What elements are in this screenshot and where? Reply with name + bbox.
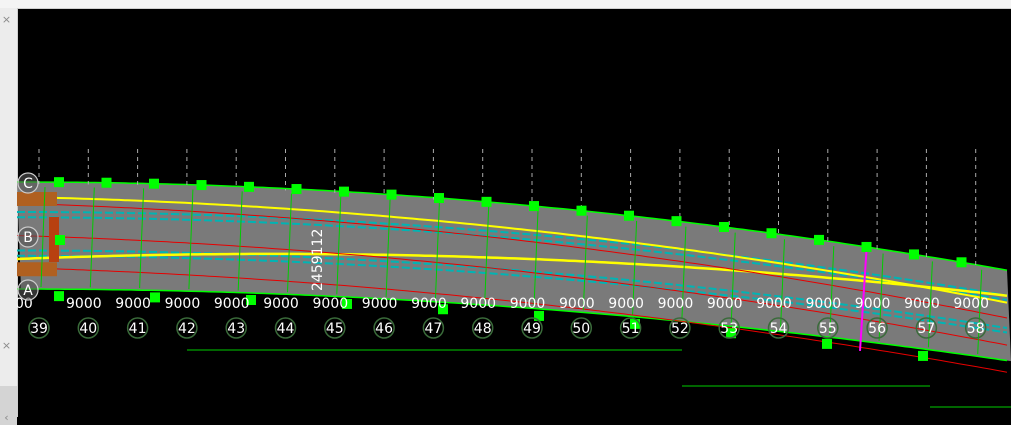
bay-dimension-label: 9000 bbox=[362, 296, 398, 312]
grip-handle[interactable] bbox=[196, 180, 207, 191]
grip-handle[interactable] bbox=[918, 350, 928, 361]
grip-handle[interactable] bbox=[576, 205, 587, 216]
panel-collapse-strip[interactable]: ‹ bbox=[0, 386, 17, 425]
bay-dimension-label: 9000 bbox=[904, 296, 940, 312]
bay-dimension-label: 9000 bbox=[115, 296, 151, 312]
bay-dimension-label: 9000 bbox=[165, 296, 201, 312]
column-axis-label: 54 bbox=[770, 321, 788, 337]
grip-handle[interactable] bbox=[956, 257, 967, 268]
grip-handle[interactable] bbox=[861, 241, 872, 252]
bay-dimension-label: 9000 bbox=[214, 296, 250, 312]
bay-dimension-label: 9000 bbox=[806, 296, 842, 312]
bay-dimension-label: 9000 bbox=[953, 296, 989, 312]
row-axis-label: C bbox=[23, 176, 33, 192]
column-axis-label: 55 bbox=[819, 321, 837, 337]
grip-handle[interactable] bbox=[386, 189, 397, 200]
bay-dimension-label: 9000 bbox=[756, 296, 792, 312]
column-axis-label: 57 bbox=[917, 321, 935, 337]
column-axis-label: 50 bbox=[572, 321, 590, 337]
bay-dimension-label: 9000 bbox=[608, 296, 644, 312]
column-axis-label: 44 bbox=[277, 321, 295, 337]
column-axis-label: 39 bbox=[30, 321, 48, 337]
grip-handle[interactable] bbox=[822, 338, 832, 349]
grip-handle[interactable] bbox=[54, 177, 64, 188]
grip-handle[interactable] bbox=[434, 193, 444, 204]
grip-handle[interactable] bbox=[481, 196, 492, 207]
column-axis-label: 46 bbox=[375, 321, 393, 337]
row-axis-label: A bbox=[23, 283, 33, 299]
cad-window: × × ‹ 00 9000 9000 9000 9000 9000 9000 9000 9000… bbox=[0, 0, 1011, 425]
left-panel: × × ‹ bbox=[0, 8, 18, 425]
close-icon[interactable]: × bbox=[0, 12, 13, 27]
grip-handle[interactable] bbox=[909, 249, 919, 260]
column-axis-label: 51 bbox=[622, 321, 640, 337]
column-axis-label: 40 bbox=[79, 321, 97, 337]
column-axis-label: 53 bbox=[720, 321, 738, 337]
grip-handle[interactable] bbox=[529, 201, 539, 212]
grip-handle[interactable] bbox=[244, 181, 254, 192]
grip-handle[interactable] bbox=[766, 228, 777, 239]
close-icon[interactable]: × bbox=[0, 338, 13, 353]
grip-handle[interactable] bbox=[814, 234, 824, 245]
grip-handle[interactable] bbox=[624, 210, 634, 221]
grip-handle[interactable] bbox=[671, 216, 682, 227]
column-axis-label: 48 bbox=[474, 321, 492, 337]
bay-dimension-label: 9000 bbox=[855, 296, 891, 312]
grip-handle[interactable] bbox=[101, 177, 112, 188]
drawing-canvas[interactable]: 00 9000 9000 9000 9000 9000 9000 9000 9000 9000 90… bbox=[17, 9, 1011, 417]
grip-handle[interactable] bbox=[719, 221, 729, 232]
column-axis-label: 52 bbox=[671, 321, 689, 337]
edge-stub bbox=[17, 262, 57, 277]
bay-dimension-label: 9000 bbox=[66, 296, 102, 312]
bay-dimension-label: 9000 bbox=[510, 296, 546, 312]
grip-handle[interactable] bbox=[149, 178, 159, 189]
column-axis-label: 47 bbox=[424, 321, 442, 337]
row-axis-label: B bbox=[23, 230, 33, 246]
bay-dimension-label: 9000 bbox=[263, 296, 299, 312]
column-axis-label: 56 bbox=[868, 321, 886, 337]
edge-stub bbox=[17, 192, 57, 206]
column-axis-label: 41 bbox=[129, 321, 147, 337]
bay-dimension-label: 9000 bbox=[707, 296, 743, 312]
grip-handle[interactable] bbox=[55, 235, 65, 245]
column-axis-label: 43 bbox=[227, 321, 245, 337]
toolbar-strip bbox=[0, 0, 1011, 9]
bay-dimension-label: 9000 bbox=[559, 296, 595, 312]
grip-handle[interactable] bbox=[291, 184, 302, 195]
column-axis-label: 42 bbox=[178, 321, 196, 337]
grip-handle[interactable] bbox=[54, 291, 64, 302]
bay-dimension-label: 9000 bbox=[313, 296, 349, 312]
grip-handle[interactable] bbox=[150, 292, 160, 303]
column-axis-label: 45 bbox=[326, 321, 344, 337]
bay-dimension-label: 9000 bbox=[460, 296, 496, 312]
vertical-dimension-label: 2459112 bbox=[310, 229, 326, 291]
bay-dimension-label: 9000 bbox=[658, 296, 694, 312]
bay-dimension-label: 9000 bbox=[411, 296, 447, 312]
column-axis-label: 58 bbox=[967, 321, 985, 337]
column-axis-label: 49 bbox=[523, 321, 541, 337]
chevron-left-icon[interactable]: ‹ bbox=[0, 410, 13, 425]
grip-handle[interactable] bbox=[339, 186, 349, 197]
